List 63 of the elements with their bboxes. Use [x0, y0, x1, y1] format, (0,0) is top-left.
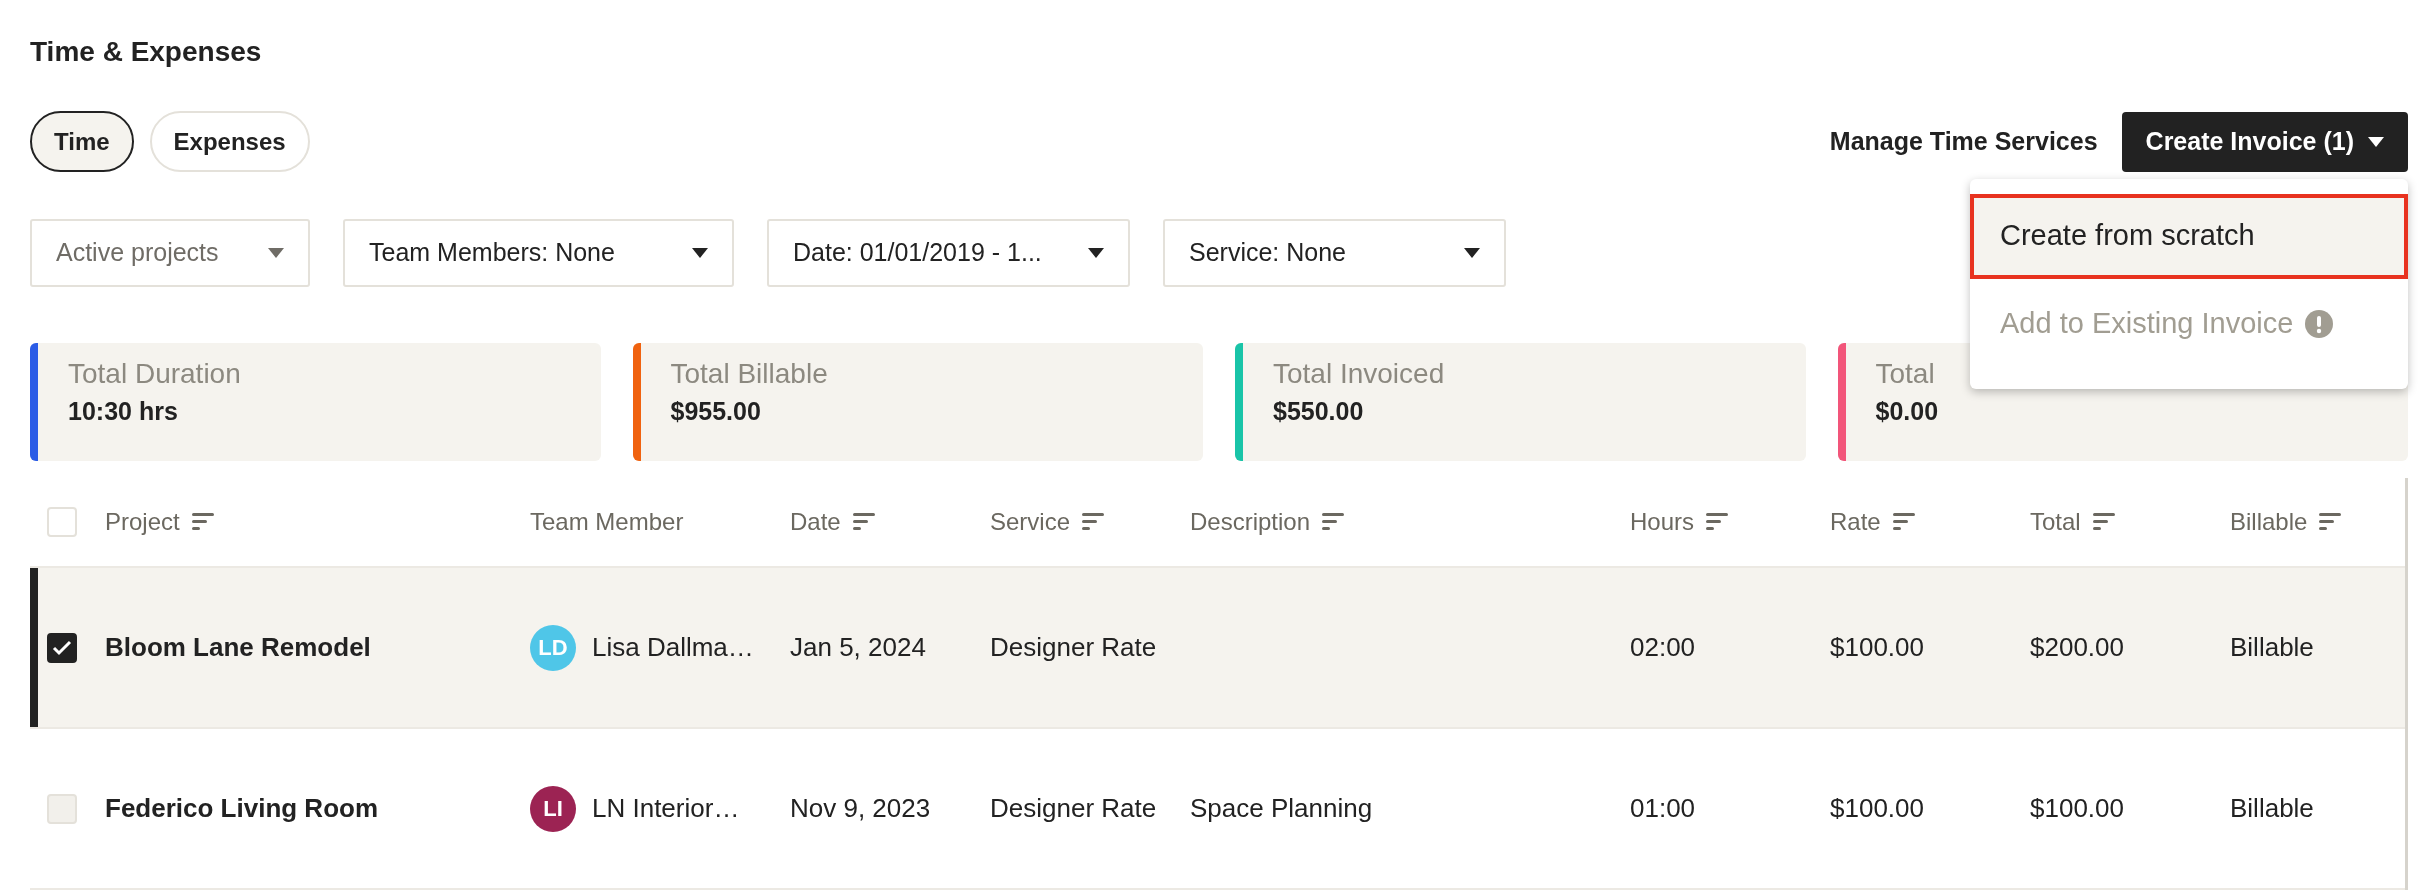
caret-icon	[1464, 248, 1480, 258]
menu-item[interactable]: Create from scratch	[1970, 193, 2408, 279]
table-cell-text: $100.00	[2030, 792, 2125, 825]
table-cell-text: Nov 9, 2023	[790, 792, 932, 825]
stat-label: Total Billable	[670, 357, 829, 391]
tab[interactable]: Expenses	[149, 111, 310, 172]
create-invoice-button[interactable]: Create Invoice (1)	[2121, 111, 2408, 172]
team-member-name: Lisa Dallma…	[592, 631, 754, 664]
table-cell-text: $100.00	[1830, 792, 1925, 825]
manage-services-link[interactable]: Manage Time Services	[1829, 122, 2098, 161]
stat-label: Total Duration	[68, 357, 242, 391]
caret-icon	[2368, 136, 2384, 147]
caret-icon	[1088, 248, 1104, 258]
sort-icon[interactable]	[1892, 513, 1915, 531]
filter-dropdown[interactable]: Service: None	[1163, 219, 1506, 287]
table-row[interactable]: Bloom Lane Remodel LD Lisa Dallma… Jan 5, 2024 Designer Rate 02:00 $100.00 $200.00 Billable	[30, 568, 2405, 729]
sort-icon[interactable]	[852, 513, 875, 531]
column-header[interactable]: Description	[1190, 504, 1630, 540]
table-cell-text: $100.00	[1830, 631, 1925, 664]
sort-icon[interactable]	[191, 513, 214, 531]
table-cell-text: $200.00	[2030, 631, 2125, 664]
stat-value: 10:30 hrs	[68, 396, 179, 427]
filter-dropdown[interactable]: Active projects	[30, 219, 310, 287]
tab[interactable]: Time	[30, 111, 134, 172]
stat-value: $550.00	[1273, 396, 1365, 427]
sort-icon[interactable]	[1706, 513, 1729, 531]
avatar: LD	[530, 624, 576, 671]
column-header[interactable]: Hours	[1630, 504, 1830, 540]
table-cell-text: Billable	[2230, 792, 2315, 825]
caret-icon	[268, 248, 284, 258]
team-member-name: LN Interior…	[592, 792, 740, 825]
avatar: LI	[530, 785, 576, 832]
table-cell-text: 02:00	[1630, 631, 1697, 664]
column-header[interactable]: Billable	[2230, 504, 2405, 540]
stat-label: Total Invoiced	[1273, 357, 1446, 391]
table-cell-text: 01:00	[1630, 792, 1697, 825]
page-title: Time & Expenses	[30, 35, 263, 69]
column-header[interactable]: Project	[105, 504, 530, 540]
table-cell-text: Jan 5, 2024	[790, 631, 927, 664]
info-icon	[2305, 309, 2334, 338]
column-header[interactable]: Total	[2030, 504, 2230, 540]
sort-icon[interactable]	[2319, 513, 2342, 531]
column-header[interactable]: Date	[790, 504, 990, 540]
table-cell-text: Designer Rate	[990, 792, 1158, 825]
column-header[interactable]: Service	[990, 504, 1190, 540]
filter-dropdown[interactable]: Team Members: None	[343, 219, 734, 287]
project-name: Federico Living Room	[105, 792, 380, 825]
stat-value: $0.00	[1875, 396, 1940, 427]
column-header[interactable]: Rate	[1830, 504, 2030, 540]
column-header[interactable]: Team Member	[530, 504, 790, 540]
check-icon	[52, 639, 72, 656]
table-cell-text: Designer Rate	[990, 631, 1158, 664]
table-cell-text: Billable	[2230, 631, 2315, 664]
sort-icon[interactable]	[1082, 513, 1105, 531]
checkbox[interactable]	[47, 632, 77, 663]
table-cell-text: Space Planning	[1190, 792, 1374, 825]
filter-dropdown[interactable]: Date: 01/01/2019 - 1...	[767, 219, 1130, 287]
caret-icon	[692, 248, 708, 258]
project-name: Bloom Lane Remodel	[105, 631, 372, 664]
sort-icon[interactable]	[1322, 513, 1345, 531]
stat-label: Total	[1875, 357, 1936, 391]
stat-value: $955.00	[670, 396, 762, 427]
sort-icon[interactable]	[2092, 513, 2115, 531]
